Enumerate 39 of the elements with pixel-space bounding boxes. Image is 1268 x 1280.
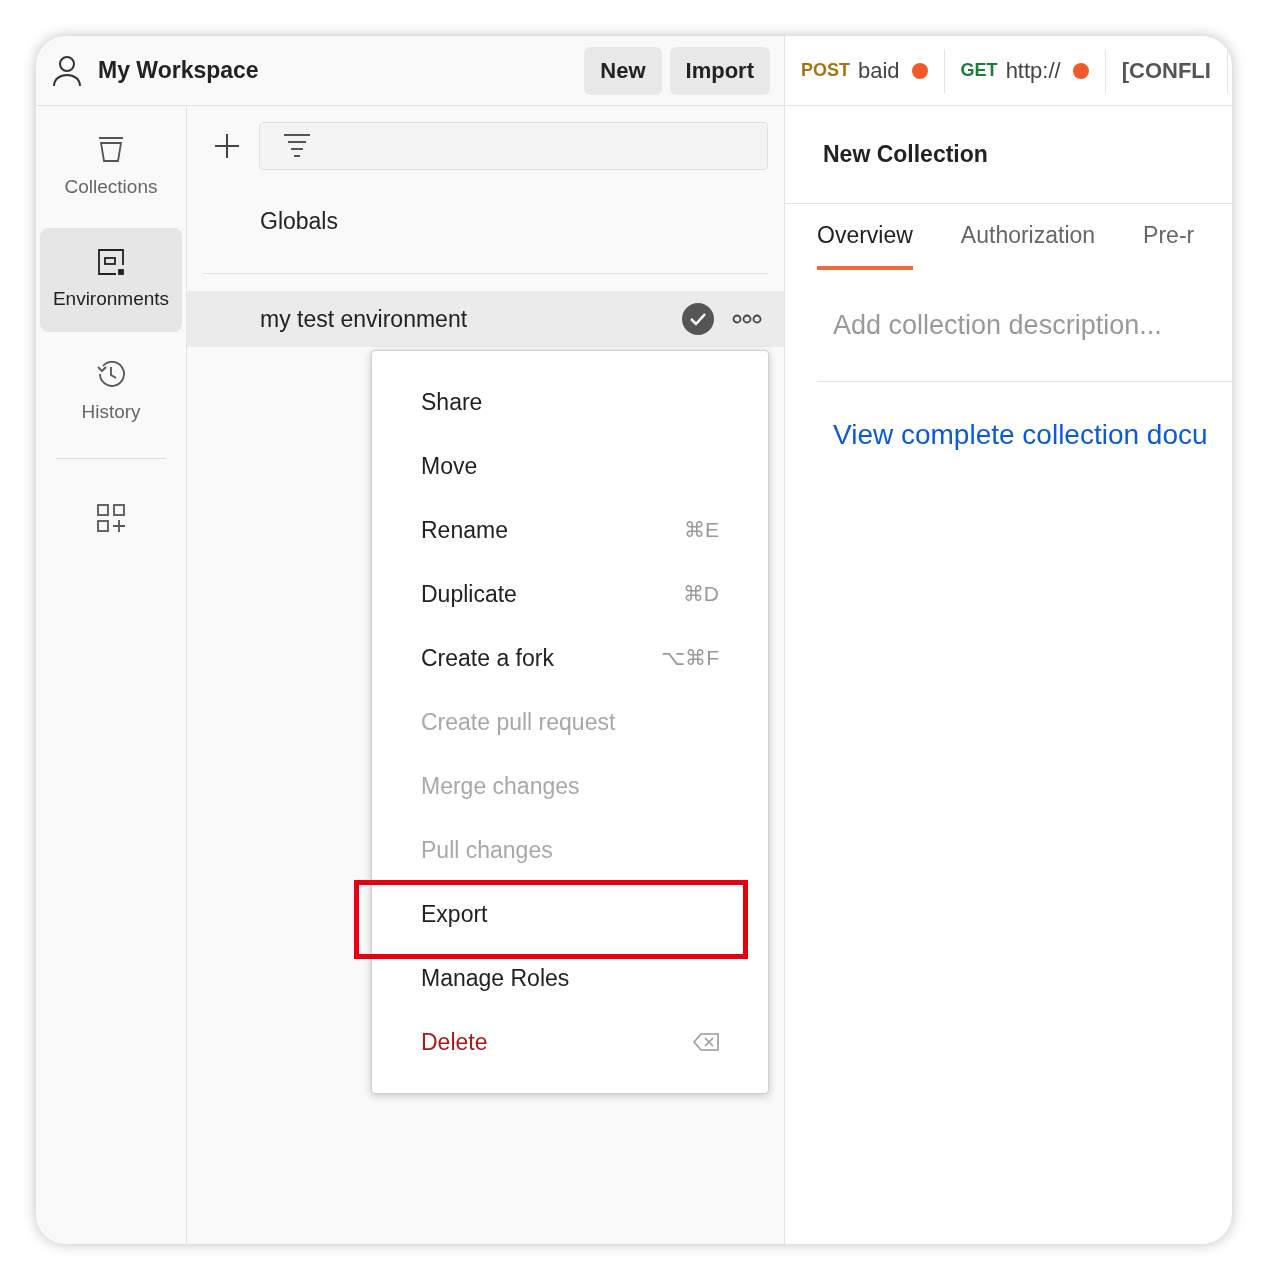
collection-tab[interactable]: Pre-r [1143,204,1195,270]
collection-tab[interactable]: Authorization [960,204,1096,270]
check-circle-icon[interactable] [682,303,714,335]
description-field[interactable]: Add collection description... [817,305,1232,346]
tab-title: [CONFLI [1121,57,1211,85]
request-tab[interactable]: POST baid [785,48,945,93]
workspace-title: My Workspace [98,56,259,86]
more-icon[interactable] [732,313,762,325]
collection-tab[interactable]: Overview [817,204,913,270]
environment-row[interactable]: my test environment [187,291,784,347]
filter-field[interactable] [259,122,768,170]
collection-title: New Collection [823,140,988,170]
filter-icon [282,133,312,159]
menu-item[interactable]: Manage Roles [372,946,768,1010]
menu-item[interactable]: Duplicate ⌘D [372,562,768,626]
sidebar-item[interactable]: Environments [40,228,182,332]
menu-item[interactable]: Delete [372,1010,768,1074]
sidebar-item[interactable]: Collections [40,116,182,220]
globals-item[interactable]: Globals [260,204,338,239]
trash-can-icon [96,134,126,165]
menu-item[interactable]: Rename ⌘E [372,498,768,562]
add-widget-icon[interactable] [96,503,126,533]
environment-name: my test environment [260,304,468,334]
menu-item[interactable]: Share [372,370,768,434]
method-label: POST [801,59,850,82]
docs-link[interactable]: View complete collection docu [833,414,1232,456]
sidebar-item[interactable]: History [40,340,182,444]
request-tab[interactable]: GET http:// [944,48,1106,93]
method-label: GET [960,59,998,82]
header-button[interactable]: Import [669,46,770,95]
tab-title: http:// [1005,57,1061,85]
tab-title: baid [858,57,900,85]
header-button[interactable]: New [584,46,662,95]
plus-icon[interactable] [213,132,241,160]
menu-item[interactable]: Move [372,434,768,498]
request-tab[interactable]: [CONFLI [1105,48,1228,93]
menu-item[interactable]: Create a fork ⌥⌘F [372,626,768,690]
environment-icon [96,246,126,277]
user-icon [52,54,82,87]
